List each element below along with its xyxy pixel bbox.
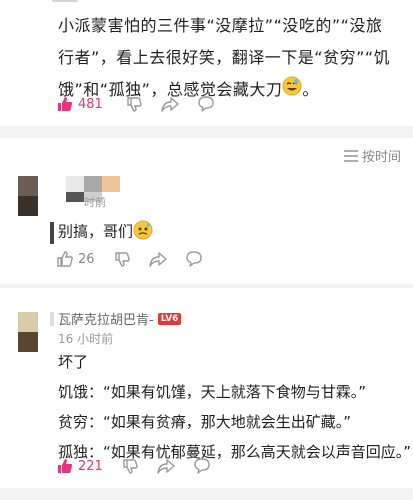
avatar[interactable] (18, 312, 38, 352)
comment-button[interactable] (197, 95, 215, 113)
share-arrow-icon (157, 459, 175, 474)
comment-button[interactable] (185, 250, 203, 268)
sort-by-time-button[interactable]: 按时间 (343, 146, 401, 165)
thumbs-up-icon (58, 97, 73, 111)
comment-line: 饥饿：“如果有饥馑，天上就落下食物与甘霖。” (58, 383, 367, 401)
post-text-end: 。 (302, 80, 319, 99)
blurred-avatar (52, 0, 78, 2)
thumbs-down-icon (114, 252, 130, 267)
dislike-button[interactable] (125, 95, 143, 113)
like-count: 221 (78, 458, 103, 474)
share-button[interactable] (161, 95, 179, 113)
level-badge: LV6 (157, 312, 182, 325)
avatar[interactable] (18, 176, 38, 216)
cropped-header (52, 0, 132, 4)
like-button[interactable]: 221 (56, 457, 103, 475)
speech-bubble-icon (185, 251, 202, 267)
share-arrow-icon (161, 97, 179, 112)
sort-label: 按时间 (361, 150, 401, 165)
thumbs-up-icon (57, 251, 73, 267)
like-count: 481 (78, 96, 103, 112)
sweat-icon (133, 220, 153, 244)
share-button[interactable] (148, 250, 167, 268)
comment-line: 坏了 (58, 353, 89, 371)
speech-bubble-icon (198, 96, 214, 112)
post-actions: 481 (56, 93, 227, 115)
comment-time: 16 小时前 (58, 332, 114, 346)
comment-text-body: 别搞，哥们 (58, 222, 134, 241)
avatar-fragment (50, 222, 54, 244)
dislike-button[interactable] (113, 250, 131, 268)
comment-actions: 221 (56, 455, 223, 477)
share-button[interactable] (157, 457, 175, 475)
section-divider (0, 126, 413, 138)
comment-time: 时前 (84, 196, 106, 209)
comment-text: 别搞，哥们 (58, 220, 153, 244)
like-button[interactable]: 481 (56, 95, 103, 113)
comment-actions: 26 (56, 248, 215, 270)
section-divider (0, 488, 413, 500)
thumbs-down-icon (123, 459, 138, 474)
list-icon (343, 149, 358, 162)
thumbs-up-icon (58, 459, 73, 473)
share-arrow-icon (148, 252, 167, 267)
thumbs-down-icon (127, 97, 142, 112)
comment-line: 贫穷：“如果有贫瘠，那大地就会生出矿藏。” (58, 413, 352, 431)
avatar-fragment (50, 312, 54, 326)
comment-button[interactable] (193, 457, 211, 475)
comment-username[interactable]: 瓦萨克拉胡巴肯- LV6 (58, 309, 182, 328)
section-divider (0, 284, 413, 288)
post-text-body: 小派蒙害怕的三件事“没摩拉”“没吃的”“没旅行者”，看上去很好笑，翻译一下是“贫… (58, 16, 391, 99)
comment-text: 坏了 饥饿：“如果有饥馑，天上就落下食物与甘霖。” 贫穷：“如果有贫瘠，那大地就… (58, 350, 411, 464)
sweat-smile-icon (282, 75, 302, 107)
like-button[interactable]: 26 (56, 250, 95, 268)
like-count: 26 (78, 251, 95, 267)
username-text: 瓦萨克拉胡巴肯- (58, 313, 154, 328)
speech-bubble-icon (194, 458, 210, 474)
dislike-button[interactable] (121, 457, 139, 475)
